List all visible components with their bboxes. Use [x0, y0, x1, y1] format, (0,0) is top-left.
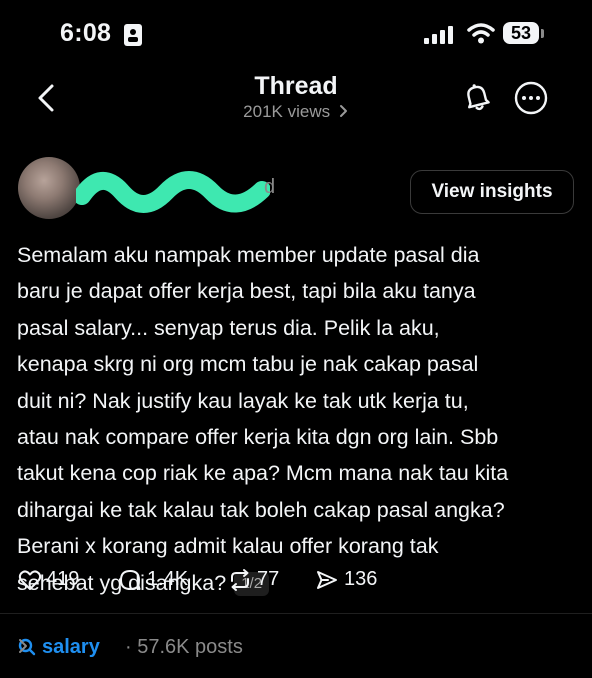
share-button[interactable]: 136: [315, 566, 395, 596]
reply-bubble-icon: [120, 570, 141, 590]
post-line: Berani x korang admit kalau offer korang…: [17, 534, 439, 559]
status-bar: 6:08 53: [0, 0, 592, 70]
battery-cap: [541, 29, 544, 38]
like-button[interactable]: 419: [18, 566, 88, 596]
topic-name: salary: [42, 636, 100, 658]
thread-header: Thread 201K views: [0, 66, 592, 136]
views-count: 201K views: [243, 102, 331, 121]
repost-count: 77: [257, 568, 280, 590]
post-line: takut kena cop riak ke apa? Mcm mana nak…: [17, 461, 509, 486]
username-fragment[interactable]: d: [264, 176, 275, 199]
topic-post-count: · 57.6K posts: [125, 636, 243, 658]
post-line: Semalam aku nampak member update pasal d…: [17, 243, 480, 267]
username-redaction: [76, 171, 270, 213]
post-line: duit ni? Nak justify kau layak ke tak ut…: [17, 388, 469, 413]
chevron-right-icon: [339, 105, 347, 117]
post-line: kenapa skrg ni org mcm tabu je nak cakap…: [17, 352, 479, 377]
views-link[interactable]: 201K views: [0, 102, 592, 122]
repost-icon: [231, 569, 249, 591]
repost-button[interactable]: 77: [227, 566, 297, 596]
notification-bell-icon[interactable]: [460, 80, 494, 114]
reply-button[interactable]: 1.4K: [118, 566, 198, 596]
cellular-signal-icon: [424, 26, 453, 44]
post-line: pasal salary... senyap terus dia. Pelik …: [17, 315, 440, 340]
post-text: Semalam aku nampak member update pasal d…: [17, 237, 577, 601]
post-line-last: sehebat yg disangka? 1/2: [17, 565, 577, 601]
send-icon: [317, 571, 337, 589]
post-line: atau nak compare offer kerja kita dgn or…: [17, 425, 499, 450]
divider: [0, 613, 592, 614]
page-title: Thread: [254, 72, 338, 100]
battery-level: 53: [510, 23, 532, 43]
post-line: baru je dapat offer kerja best, tapi bil…: [17, 279, 476, 304]
like-count: 419: [46, 568, 80, 590]
status-time: 6:08: [60, 19, 112, 47]
wifi-icon: [467, 23, 495, 44]
more-options-icon[interactable]: [513, 80, 549, 116]
author-avatar[interactable]: [18, 157, 80, 219]
post-line: dihargai ke tak kalau tak boleh cakap pa…: [17, 497, 505, 522]
chevron-right-icon: [19, 639, 27, 653]
id-card-icon: [124, 24, 142, 46]
heart-icon: [18, 570, 42, 590]
battery-indicator: 53: [503, 22, 545, 46]
reply-count: 1.4K: [147, 568, 189, 590]
share-count: 136: [344, 568, 378, 590]
view-insights-button[interactable]: View insights: [410, 170, 574, 214]
